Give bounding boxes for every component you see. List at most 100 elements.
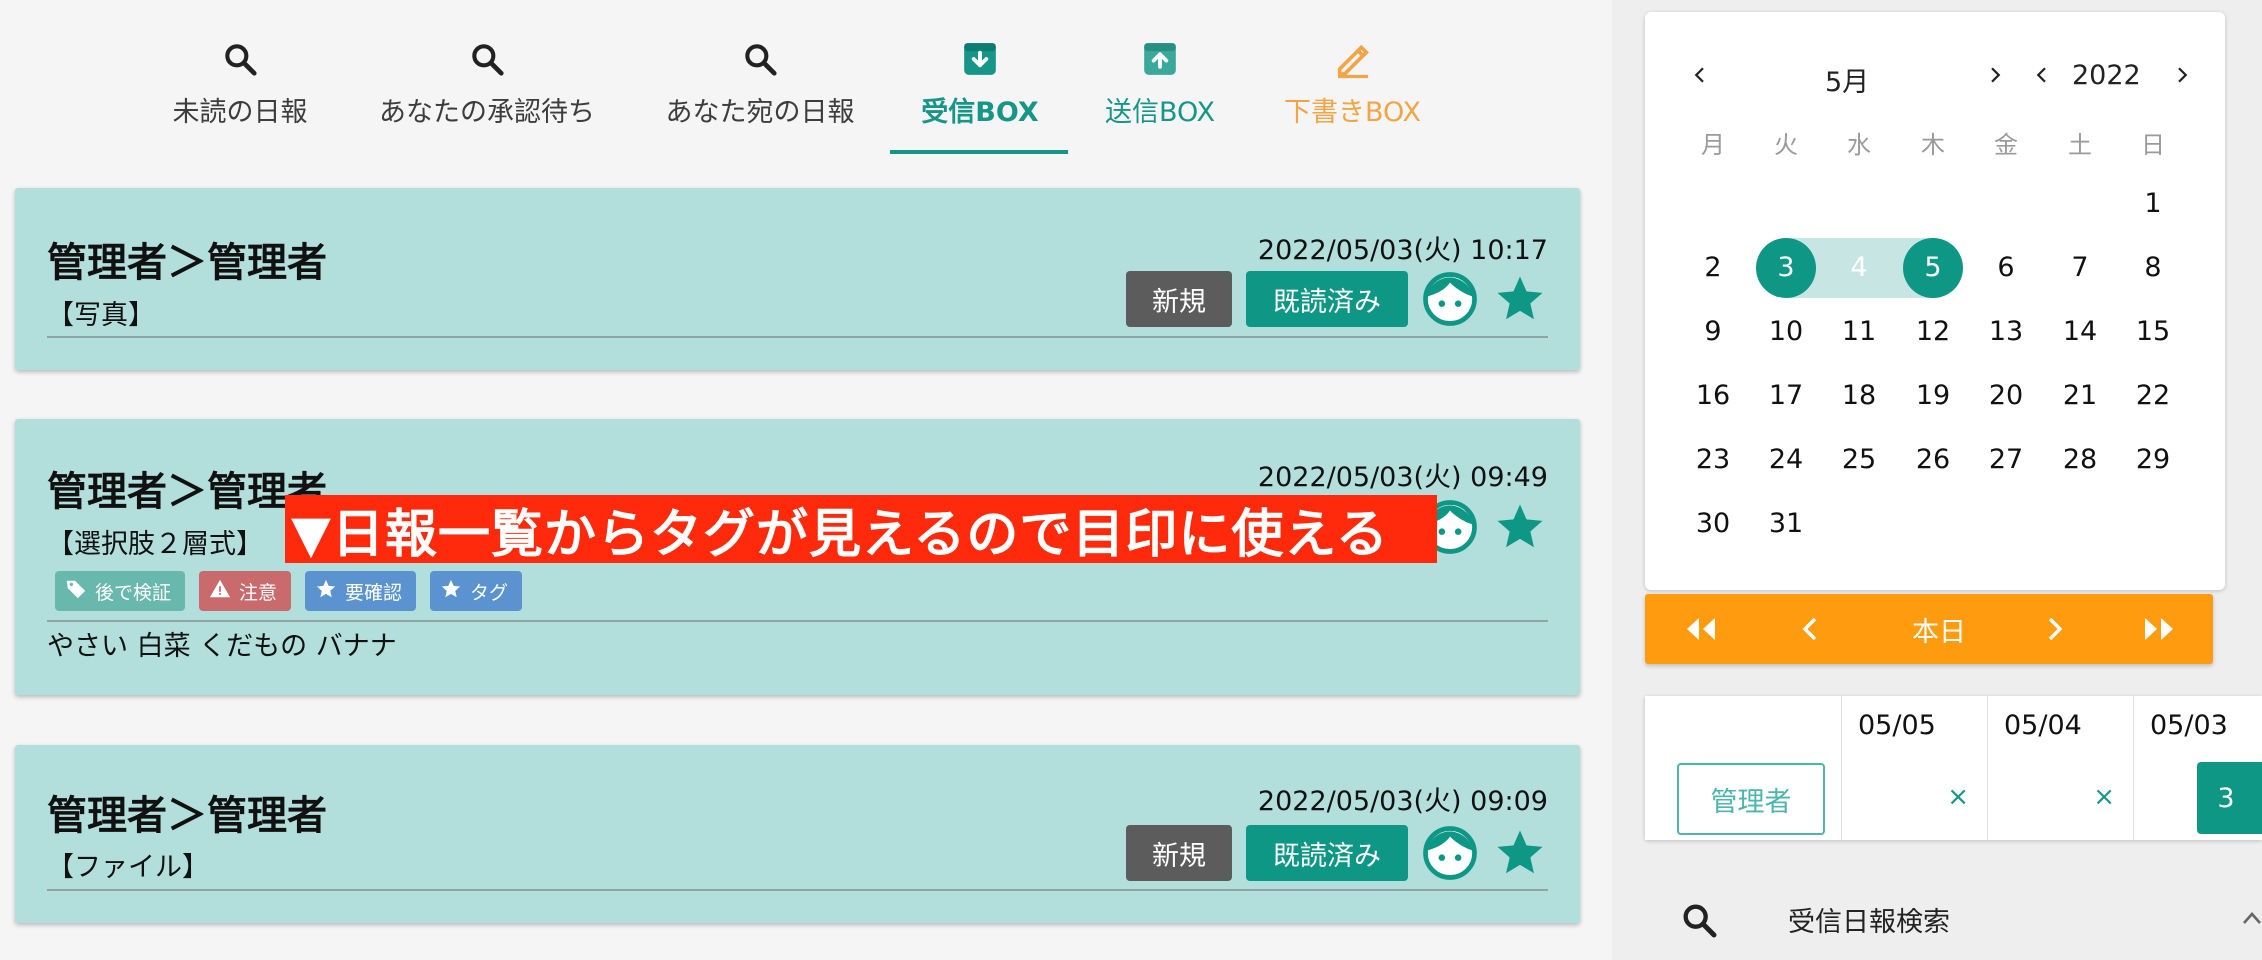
next-month-button[interactable]: [1980, 60, 2010, 90]
new-badge-button[interactable]: 新規: [1126, 825, 1232, 881]
star-icon[interactable]: [1492, 825, 1548, 881]
date-label: 05/05: [1858, 710, 1936, 741]
report-card[interactable]: 管理者＞管理者 【写真】 2022/05/03(火) 10:17 新規 既読済み: [15, 188, 1580, 370]
calendar-day[interactable]: 19: [1903, 366, 1963, 426]
chevron-left-icon: [2036, 67, 2046, 83]
calendar-day[interactable]: 18: [1829, 366, 1889, 426]
calendar-day[interactable]: 17: [1756, 366, 1816, 426]
date-label: 05/03: [2150, 710, 2228, 741]
read-status-button[interactable]: 既読済み: [1246, 825, 1408, 881]
report-card[interactable]: 管理者＞管理者 【ファイル】 2022/05/03(火) 09:09 新規 既読…: [15, 745, 1580, 923]
star-icon[interactable]: [1492, 271, 1548, 327]
tab-inbox[interactable]: 受信BOX: [900, 34, 1060, 154]
prev-year-button[interactable]: [2027, 60, 2057, 90]
tab-label: 下書きBOX: [1283, 97, 1422, 128]
calendar-day[interactable]: 24: [1756, 430, 1816, 490]
search-section-header[interactable]: 受信日報検索: [1645, 880, 2262, 960]
chevron-right-icon: [2048, 617, 2063, 641]
calendar-day[interactable]: 23: [1683, 430, 1743, 490]
calendar-day[interactable]: 29: [2123, 430, 2183, 490]
tab-awaiting-approval[interactable]: あなたの承認待ち: [372, 34, 602, 154]
tag-chip[interactable]: タグ: [430, 571, 523, 611]
calendar-day[interactable]: 2: [1683, 238, 1743, 298]
read-status-button[interactable]: 既読済み: [1246, 271, 1408, 327]
chevron-up-icon[interactable]: [2241, 910, 2262, 930]
calendar-day[interactable]: 31: [1756, 494, 1816, 554]
tag-chip[interactable]: 要確認: [305, 571, 417, 611]
divider: [47, 336, 1548, 338]
calendar-day[interactable]: 16: [1683, 366, 1743, 426]
pencil-icon: [1275, 34, 1430, 84]
last-page-button[interactable]: [2125, 594, 2195, 664]
calendar-day[interactable]: 13: [1976, 302, 2036, 362]
calendar-day[interactable]: 5: [1903, 238, 1963, 298]
today-button[interactable]: 本日: [1869, 594, 2009, 664]
remove-date-button[interactable]: ×: [2093, 782, 2115, 812]
user-face-icon[interactable]: [1422, 825, 1478, 881]
divider: [47, 889, 1548, 891]
calendar-day[interactable]: 1: [2123, 174, 2183, 234]
tag-chip[interactable]: 注意: [199, 571, 292, 611]
next-page-button[interactable]: [2020, 594, 2090, 664]
double-chevron-right-icon: [2145, 618, 2173, 640]
tab-drafts[interactable]: 下書きBOX: [1275, 34, 1430, 154]
new-badge-button[interactable]: 新規: [1126, 271, 1232, 327]
date-column: 05/04 ×: [1987, 696, 2133, 840]
report-title: 管理者＞管理者: [47, 240, 327, 286]
chevron-left-icon: [1694, 67, 1704, 83]
calendar-day[interactable]: 28: [2050, 430, 2110, 490]
calendar-day[interactable]: 26: [1903, 430, 1963, 490]
next-year-button[interactable]: [2167, 60, 2197, 90]
tab-addressed-to-you[interactable]: あなた宛の日報: [660, 34, 860, 154]
tab-unread[interactable]: 未読の日報: [165, 34, 315, 154]
user-filter-button[interactable]: 管理者: [1677, 763, 1825, 835]
chevron-right-icon: [1991, 67, 2001, 83]
tab-label: あなた宛の日報: [665, 97, 855, 128]
calendar-day[interactable]: 9: [1683, 302, 1743, 362]
calendar-day[interactable]: 30: [1683, 494, 1743, 554]
calendar-month[interactable]: 5月: [1825, 60, 1869, 99]
remove-date-button[interactable]: ×: [1947, 782, 1969, 812]
chevron-left-icon: [1802, 617, 1817, 641]
report-actions: 新規 既読済み: [1126, 271, 1548, 327]
calendar-day[interactable]: 14: [2050, 302, 2110, 362]
prev-page-button[interactable]: [1775, 594, 1845, 664]
tab-outbox[interactable]: 送信BOX: [1090, 34, 1230, 154]
calendar-day[interactable]: 8: [2123, 238, 2183, 298]
calendar-day[interactable]: 11: [1829, 302, 1889, 362]
report-title: 管理者＞管理者: [47, 793, 327, 839]
calendar-day[interactable]: 22: [2123, 366, 2183, 426]
report-actions: 新規 既読済み: [1126, 825, 1548, 881]
report-subtitle: 【ファイル】: [47, 852, 209, 883]
report-subtitle: 【写真】: [47, 300, 155, 331]
tag-chip[interactable]: 後で検証: [55, 571, 186, 611]
report-subtitle: 【選択肢２層式】: [47, 529, 263, 560]
tab-label: 未読の日報: [172, 97, 308, 128]
report-datetime: 2022/05/03(火) 10:17: [1257, 235, 1548, 266]
calendar-day[interactable]: 15: [2123, 302, 2183, 362]
first-page-button[interactable]: [1665, 594, 1735, 664]
calendar-day[interactable]: 3: [1756, 238, 1816, 298]
report-body: やさい 白菜 くだもの バナナ: [47, 631, 397, 662]
calendar-day[interactable]: 25: [1829, 430, 1889, 490]
calendar-day[interactable]: 10: [1756, 302, 1816, 362]
prev-month-button[interactable]: [1685, 60, 1715, 90]
calendar-year[interactable]: 2022: [2072, 60, 2141, 91]
date-column: 05/05 ×: [1841, 696, 1987, 840]
calendar-day[interactable]: 6: [1976, 238, 2036, 298]
weekday-label: 木: [1921, 131, 1945, 159]
user-face-icon[interactable]: [1422, 271, 1478, 327]
report-datetime: 2022/05/03(火) 09:49: [1257, 462, 1548, 493]
calendar-day[interactable]: 12: [1903, 302, 1963, 362]
calendar-day[interactable]: 4: [1829, 238, 1889, 298]
calendar-day[interactable]: 20: [1976, 366, 2036, 426]
calendar-day[interactable]: 7: [2050, 238, 2110, 298]
weekday-label: 金: [1994, 131, 2018, 159]
star-icon[interactable]: [1492, 499, 1548, 555]
search-icon: [165, 34, 315, 84]
report-count-badge[interactable]: 3: [2197, 762, 2262, 834]
calendar-day[interactable]: 27: [1976, 430, 2036, 490]
double-chevron-left-icon: [1687, 618, 1715, 640]
calendar-day[interactable]: 21: [2050, 366, 2110, 426]
report-datetime: 2022/05/03(火) 09:09: [1257, 786, 1548, 817]
